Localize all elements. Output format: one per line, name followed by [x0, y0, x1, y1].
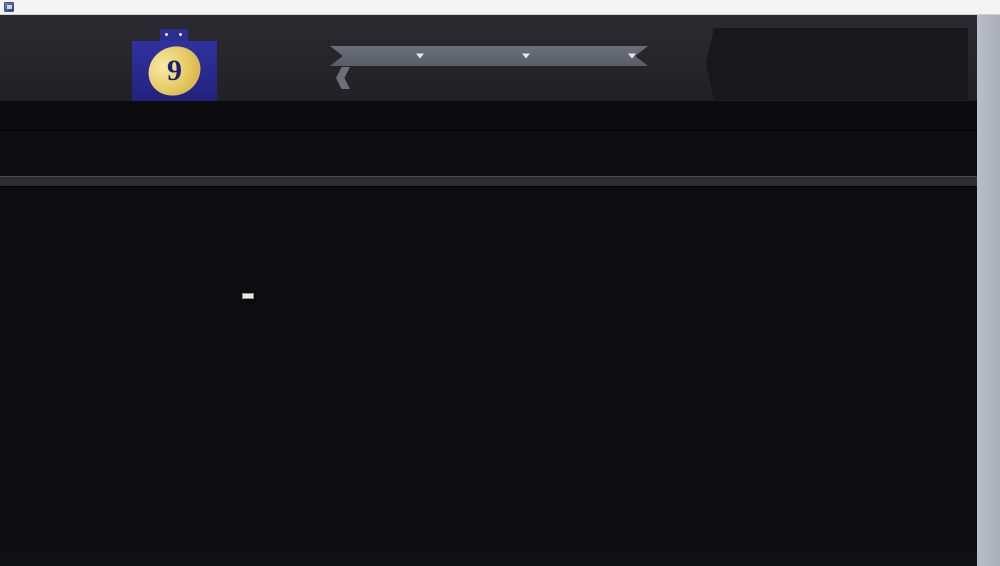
logo-dot-right [179, 33, 182, 36]
application-window [0, 0, 1000, 566]
window-buttons [922, 0, 1000, 15]
close-button[interactable] [974, 0, 1000, 15]
column-tooltip [242, 293, 254, 299]
chevron-down-icon [522, 54, 530, 59]
window-frame [0, 15, 1000, 566]
content-area [0, 131, 977, 552]
football-icon [140, 37, 209, 101]
main-nav-ribbon [330, 46, 648, 66]
schedule-panel [706, 28, 968, 100]
logo-dot-left [165, 33, 168, 36]
logo-body [132, 41, 217, 101]
game-stage [0, 15, 977, 566]
app-header [0, 15, 977, 101]
chevron-down-icon [416, 54, 424, 59]
title-bar [0, 0, 1000, 15]
primary-tab-bar [0, 101, 977, 116]
notice-text [0, 131, 977, 148]
franchise-values-table [0, 176, 977, 187]
team-logo[interactable] [132, 29, 217, 101]
app-icon [4, 2, 14, 12]
secondary-tab-bar [0, 116, 977, 131]
maximize-button[interactable] [948, 0, 974, 15]
minimize-button[interactable] [922, 0, 948, 15]
icon-rail [977, 15, 1000, 566]
table-header-row [0, 176, 977, 187]
chevron-down-icon [628, 54, 636, 59]
